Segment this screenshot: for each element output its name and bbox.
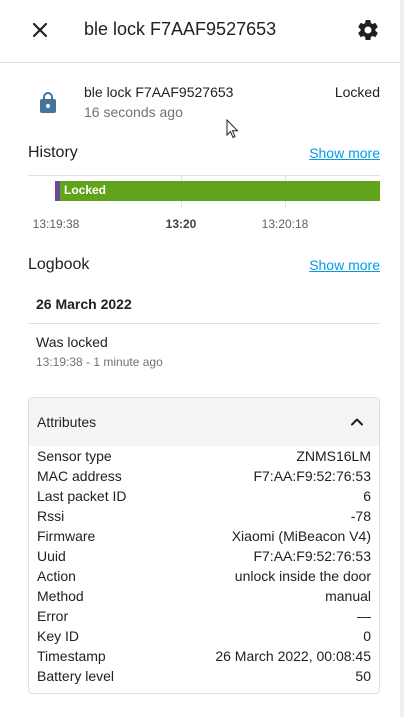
attribute-row: MAC address F7:AA:F9:52:76:53 [37,466,371,486]
timeline-tick-label: 13:20:18 [261,217,309,231]
more-info-dialog: ble lock F7AAF9527653 ble lock F7AAF9527… [0,0,404,717]
timeline-axis [28,175,380,176]
close-button[interactable] [24,14,56,46]
history-title: History [28,144,78,161]
attribute-key: Timestamp [37,648,106,664]
attribute-value: — [357,608,371,624]
attribute-row: Method manual [37,586,371,606]
attribute-value: 6 [363,488,371,504]
logbook-divider [28,323,380,324]
history-timeline[interactable]: Locked 13:19:38 13:20 13:20:18 [28,175,380,235]
attribute-key: MAC address [37,468,122,484]
mouse-pointer-icon [226,119,239,139]
attribute-row: Rssi -78 [37,506,371,526]
attributes-panel: Attributes Sensor type ZNMS16LM MAC addres… [28,397,380,694]
logbook-show-more-link[interactable]: Show more [309,257,380,273]
close-icon [32,22,48,38]
attribute-key: Error [37,608,69,624]
attributes-list: Sensor type ZNMS16LM MAC address F7:AA:F9:5… [37,446,371,686]
logbook-date: 26 March 2022 [36,296,132,312]
attribute-key: Method [37,588,84,604]
entity-state: Locked [334,84,380,100]
logbook-entry-time[interactable]: 13:19:38 - 1 minute ago [36,355,163,369]
attribute-value: unlock inside the door [234,568,371,584]
attribute-row: Battery level 50 [37,666,371,686]
attribute-value: Xiaomi (MiBeacon V4) [231,528,371,544]
entity-name: ble lock F7AAF9527653 [84,84,234,100]
history-show-more-link[interactable]: Show more [309,145,380,161]
settings-button[interactable] [352,14,384,46]
attribute-key: Uuid [37,548,66,564]
attribute-row: Action unlock inside the door [37,566,371,586]
attribute-key: Firmware [37,528,96,544]
dialog-scroll-edge [400,0,404,717]
attribute-row: Key ID 0 [37,626,371,646]
attribute-key: Key ID [37,628,80,644]
attribute-value: -78 [350,508,371,524]
attribute-row: Last packet ID 6 [37,486,371,506]
timeline-bar-label: Locked [64,183,107,197]
attributes-title: Attributes [37,414,97,430]
attribute-key: Rssi [37,508,65,524]
attribute-value: ZNMS16LM [296,448,371,464]
attribute-key: Last packet ID [37,488,127,504]
attribute-value: manual [325,588,371,604]
logbook-entry-message: Was locked [36,334,108,350]
attributes-header[interactable]: Attributes [29,398,379,446]
timeline-tick-label: 13:19:38 [32,217,80,231]
gear-icon [358,19,378,40]
attribute-row: Sensor type ZNMS16LM [37,446,371,466]
header-divider [0,62,400,63]
attribute-key: Battery level [37,668,115,684]
attribute-value: F7:AA:F9:52:76:53 [253,548,371,564]
attribute-value: 26 March 2022, 00:08:45 [215,648,371,664]
timeline-bar-locked[interactable] [60,181,380,201]
logbook-title: Logbook [28,256,90,273]
entity-last-changed: 16 seconds ago [84,104,183,120]
lock-icon [40,92,56,113]
attribute-value: 50 [355,668,371,684]
dialog-header: ble lock F7AAF9527653 [0,0,400,62]
attribute-value: 0 [363,628,371,644]
attribute-row: Uuid F7:AA:F9:52:76:53 [37,546,371,566]
timeline-tick-label: 13:20 [165,217,197,231]
dialog-title: ble lock F7AAF9527653 [84,19,277,39]
attribute-key: Sensor type [37,448,112,464]
attribute-key: Action [37,568,76,584]
attribute-row: Error — [37,606,371,626]
attribute-value: F7:AA:F9:52:76:53 [253,468,371,484]
attribute-row: Firmware Xiaomi (MiBeacon V4) [37,526,371,546]
attribute-row: Timestamp 26 March 2022, 00:08:45 [37,646,371,666]
chevron-up-icon [351,418,363,426]
